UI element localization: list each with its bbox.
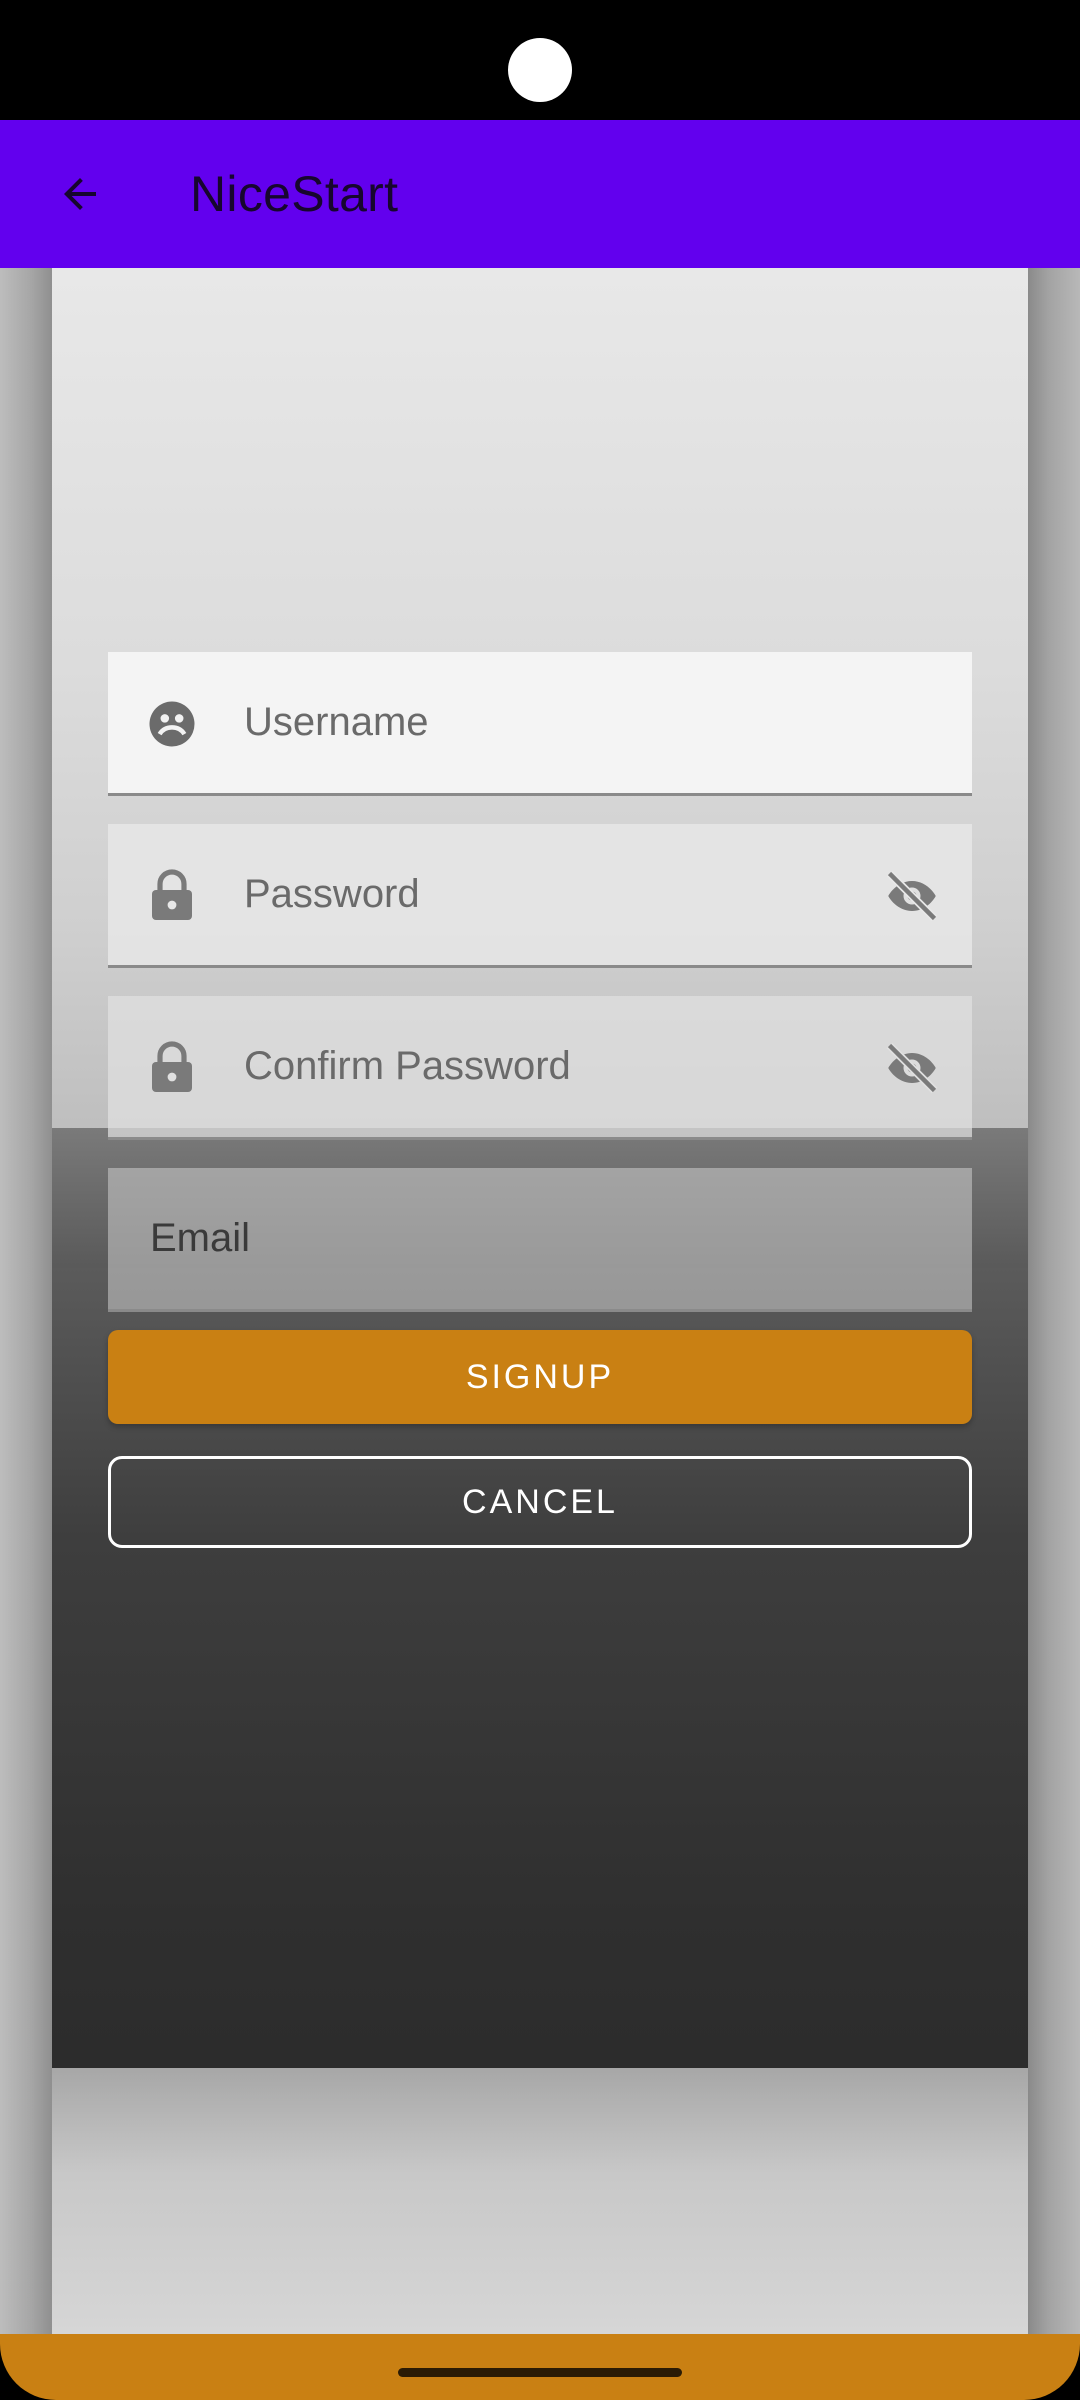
arrow-left-icon: [64, 178, 96, 210]
navigation-bar: [0, 2334, 1080, 2400]
status-bar: [0, 0, 1080, 120]
signup-form: SIGNUP CANCEL: [108, 652, 972, 1548]
eye-off-icon[interactable]: [880, 866, 944, 926]
app-title: NiceStart: [190, 166, 399, 222]
confirm-password-input[interactable]: [244, 996, 804, 1137]
stone-frame-right: [1028, 268, 1080, 2334]
app-bar: NiceStart: [0, 120, 1080, 268]
lock-icon: [144, 868, 200, 924]
eye-off-icon[interactable]: [880, 1038, 944, 1098]
account-circle-icon: [144, 696, 200, 752]
username-field[interactable]: [108, 652, 972, 796]
confirm-password-field[interactable]: [108, 996, 972, 1140]
cancel-button[interactable]: CANCEL: [108, 1456, 972, 1548]
email-input[interactable]: [150, 1168, 930, 1309]
home-indicator[interactable]: [398, 2368, 682, 2377]
password-input[interactable]: [244, 824, 804, 965]
back-button[interactable]: [40, 154, 120, 234]
email-field[interactable]: [108, 1168, 972, 1312]
password-field[interactable]: [108, 824, 972, 968]
phone-screen: NiceStart Username Email SIGNUP CANCEL: [0, 0, 1080, 2400]
lock-icon: [144, 1040, 200, 1096]
signup-button[interactable]: SIGNUP: [108, 1330, 972, 1424]
front-camera: [508, 38, 572, 102]
stone-frame-left: [0, 268, 52, 2334]
stone-ledge: [0, 2068, 1080, 2334]
username-input[interactable]: [244, 652, 804, 793]
